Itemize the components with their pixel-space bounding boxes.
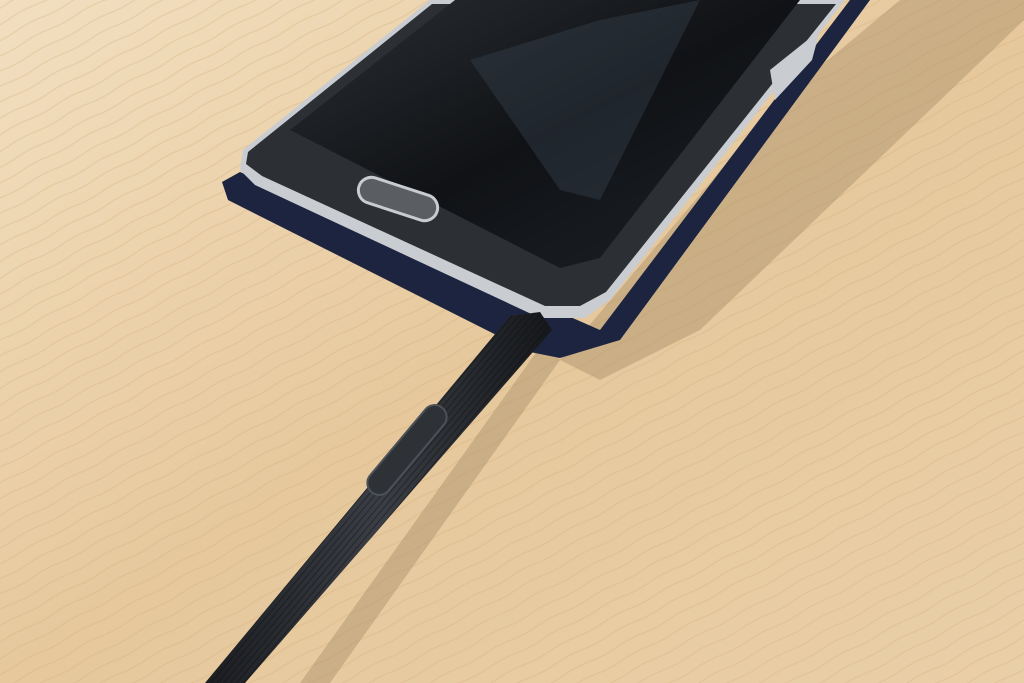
photo-scene — [0, 0, 1024, 683]
